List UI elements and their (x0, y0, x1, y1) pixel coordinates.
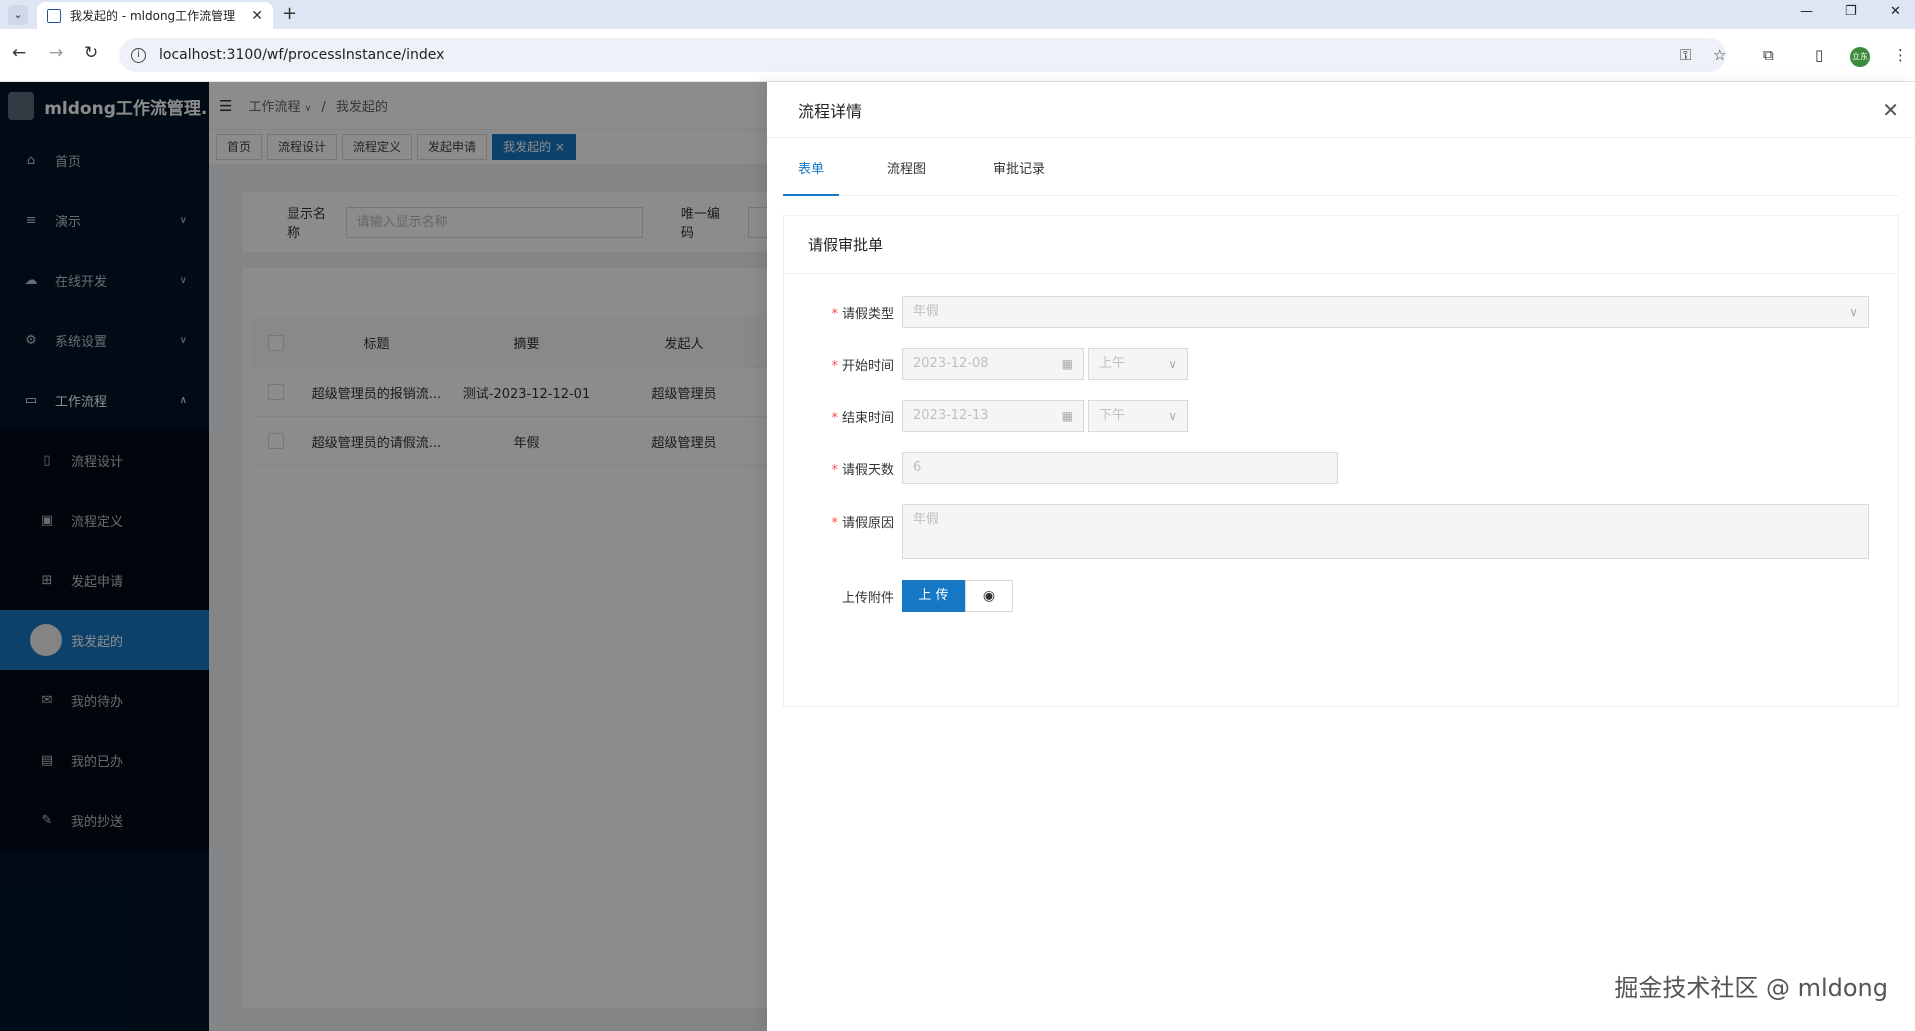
form-row-type: * 请假类型 年假 ∨ (784, 296, 1869, 328)
watermark: 掘金技术社区 @ mldong (1614, 974, 1888, 1002)
start-period-select[interactable]: 上午 ∨ (1088, 348, 1188, 380)
window-close-icon[interactable]: ✕ (1890, 4, 1901, 19)
select-value: 上午 (1099, 356, 1126, 371)
form-row-days: * 请假天数 6 (784, 452, 1338, 484)
required-mark: * (831, 462, 838, 478)
chevron-down-icon: ∨ (1849, 305, 1858, 319)
form-label: * 结束时间 (784, 407, 902, 426)
select-value: 下午 (1099, 408, 1126, 423)
page-favicon-icon (47, 8, 61, 23)
form-row-end: * 结束时间 2023-12-13 ▦ 下午 ∨ (784, 400, 1188, 432)
back-icon[interactable]: ← (12, 43, 26, 63)
tab-flowchart[interactable]: 流程图 (887, 150, 926, 196)
minimize-icon[interactable]: — (1800, 4, 1813, 19)
form-row-start: * 开始时间 2023-12-08 ▦ 上午 ∨ (784, 348, 1188, 380)
upload-button[interactable]: 上 传 (902, 580, 965, 612)
form-label: 上传附件 (841, 590, 894, 606)
profile-avatar[interactable]: 立东 (1850, 47, 1870, 67)
form-label: * 开始时间 (784, 355, 902, 374)
process-detail-drawer: 流程详情 ✕ 表单 流程图 审批记录 请假审批单 * 请假类型 年假 ∨ * 开始时间… (767, 82, 1915, 1031)
bookmark-star-icon[interactable]: ☆ (1713, 46, 1726, 64)
side-panel-icon[interactable]: ▯ (1815, 46, 1823, 64)
drawer-title: 流程详情 (798, 101, 863, 121)
drawer-header: 流程详情 ✕ (767, 82, 1915, 138)
drawer-mask[interactable] (0, 82, 767, 1031)
site-info-icon[interactable]: i (131, 47, 146, 63)
date-value: 2023-12-08 (913, 356, 989, 371)
form-row-attachment: 上传附件 上 传 ◉ (784, 580, 1013, 612)
form-row-reason: * 请假原因 年假 (784, 504, 1869, 559)
password-key-icon[interactable]: ⚿ (1680, 46, 1691, 64)
date-value: 2023-12-13 (913, 408, 989, 423)
extensions-icon[interactable]: ⧉ (1763, 46, 1774, 64)
label-text: 请假天数 (841, 462, 894, 478)
label-text: 请假类型 (841, 306, 894, 322)
forward-icon[interactable]: → (49, 43, 63, 63)
more-menu-icon[interactable]: ⋮ (1893, 46, 1908, 64)
browser-tab-bar: ⌄ 我发起的 - mldong工作流管理 ✕ + — ❐ ✕ (0, 0, 1915, 29)
tab-search-dropdown-icon[interactable]: ⌄ (8, 5, 28, 25)
browser-tab[interactable]: 我发起的 - mldong工作流管理 ✕ (37, 2, 273, 29)
label-text: 结束时间 (841, 410, 894, 426)
tab-form[interactable]: 表单 (783, 150, 840, 196)
required-mark: * (831, 410, 838, 426)
required-mark: * (831, 358, 838, 374)
preview-eye-icon[interactable]: ◉ (965, 580, 1013, 612)
card-title: 请假审批单 (784, 216, 1898, 274)
leave-type-select[interactable]: 年假 ∨ (902, 296, 1869, 328)
drawer-tabs: 表单 流程图 审批记录 (783, 150, 1899, 196)
new-tab-icon[interactable]: + (282, 3, 297, 24)
label-text: 请假原因 (841, 516, 894, 531)
restore-icon[interactable]: ❐ (1845, 4, 1857, 19)
tab-approval-records[interactable]: 审批记录 (993, 150, 1045, 196)
end-period-select[interactable]: 下午 ∨ (1088, 400, 1188, 432)
chevron-down-icon: ∨ (1168, 357, 1177, 371)
start-date-picker[interactable]: 2023-12-08 ▦ (902, 348, 1084, 380)
select-value: 年假 (913, 304, 940, 319)
required-mark: * (831, 516, 838, 531)
address-bar: ← → ↻ i localhost:3100/wf/processInstanc… (0, 29, 1915, 82)
form-label: * 请假原因 (784, 504, 902, 531)
calendar-icon: ▦ (1061, 409, 1073, 423)
close-tab-icon[interactable]: ✕ (251, 8, 263, 24)
reload-icon[interactable]: ↻ (84, 43, 98, 63)
leave-days-input[interactable]: 6 (902, 452, 1338, 484)
form-label: * 请假类型 (784, 303, 902, 322)
required-mark: * (831, 306, 838, 322)
end-date-picker[interactable]: 2023-12-13 ▦ (902, 400, 1084, 432)
close-icon[interactable]: ✕ (1882, 98, 1899, 122)
chevron-down-icon: ∨ (1168, 409, 1177, 423)
calendar-icon: ▦ (1061, 357, 1073, 371)
leave-form-card: 请假审批单 * 请假类型 年假 ∨ * 开始时间 2023-12-08 ▦ 上午 ∨ * 结… (783, 215, 1899, 707)
browser-tab-title: 我发起的 - mldong工作流管理 (70, 9, 236, 23)
url-text: localhost:3100/wf/processInstance/index (159, 47, 445, 63)
url-field[interactable]: i localhost:3100/wf/processInstance/inde… (119, 38, 1726, 72)
label-text: 开始时间 (841, 358, 894, 374)
leave-reason-textarea[interactable]: 年假 (902, 504, 1869, 559)
form-label: * 请假天数 (784, 459, 902, 478)
